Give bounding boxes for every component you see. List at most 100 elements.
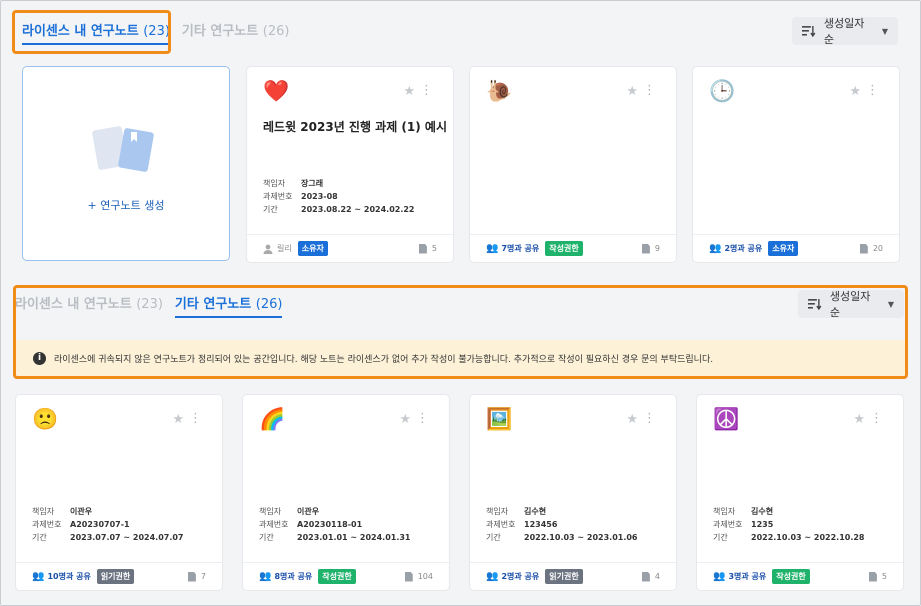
- note-meta: 책임자 이관우 과제번호 A20230118-01 기간 2023.01.01 ~ 2…: [259, 505, 411, 544]
- note-card[interactable]: ☮️ ★ ⋮ 책임자 김수현 과제번호 1235 기간 2022.10.03 ~ 20…: [696, 394, 904, 591]
- people-icon: 👥: [486, 243, 499, 254]
- doc-count: 7: [187, 571, 206, 582]
- star-icon[interactable]: ★: [172, 412, 184, 427]
- permission-badge: 작성권한: [772, 569, 810, 584]
- share-count: 2명과 공유: [501, 572, 540, 581]
- owner: 릴리: [263, 243, 292, 254]
- document-icon: [404, 571, 413, 582]
- more-menu-icon[interactable]: ⋮: [870, 411, 883, 426]
- share-info: 👥 8명과 공유: [259, 571, 312, 582]
- note-meta: 책임자 이관우 과제번호 A20230707-1 기간 2023.07.07 ~ 20…: [32, 505, 184, 544]
- create-note-card[interactable]: + 연구노트 생성: [22, 66, 230, 261]
- card-footer: 👥 10명과 공유 읽기권한 7: [16, 562, 222, 590]
- snail-icon: 🐌: [486, 79, 513, 103]
- meta-key: 기간: [713, 533, 728, 542]
- share-count: 10명과 공유: [47, 572, 91, 581]
- share-info: 👥 2명과 공유: [709, 243, 762, 254]
- more-menu-icon[interactable]: ⋮: [643, 411, 656, 426]
- meta-value: 이관우: [297, 507, 320, 516]
- card-footer: 👥 2명과 공유 읽기권한 4: [470, 562, 676, 590]
- document-icon: [187, 571, 196, 582]
- doc-count-value: 9: [654, 244, 660, 253]
- document-icon: [418, 243, 427, 254]
- permission-badge: 작성권한: [545, 241, 583, 256]
- more-menu-icon[interactable]: ⋮: [643, 83, 656, 98]
- meta-value: 김수현: [524, 507, 547, 516]
- document-icon: [859, 243, 868, 254]
- notes-illustration-icon: [92, 126, 154, 172]
- meta-key: 기간: [263, 205, 278, 214]
- clock-icon: 🕒: [709, 79, 736, 103]
- doc-count: 20: [859, 243, 883, 254]
- people-icon: 👥: [713, 571, 726, 582]
- note-card[interactable]: ❤️ ★ ⋮ 레드윗 2023년 진행 과제 (1) 예시 책임자 장그래 과제번…: [246, 66, 454, 263]
- permission-badge: 읽기권한: [545, 569, 583, 584]
- sort-label: 생성일자순: [823, 17, 865, 46]
- document-icon: [641, 571, 650, 582]
- doc-count-value: 7: [200, 572, 206, 581]
- tab-label: 기타 연구노트: [181, 24, 259, 39]
- card-footer: 👥 7명과 공유 작성권한 9: [470, 234, 676, 262]
- doc-count: 104: [404, 571, 433, 582]
- star-icon[interactable]: ★: [853, 412, 865, 427]
- share-count: 7명과 공유: [501, 244, 540, 253]
- star-icon[interactable]: ★: [399, 412, 411, 427]
- rainbow-icon: 🌈: [259, 407, 286, 431]
- doc-count-value: 104: [417, 572, 433, 581]
- meta-key: 과제번호: [713, 520, 743, 529]
- share-info: 👥 2명과 공유: [486, 571, 539, 582]
- meta-key: 과제번호: [32, 520, 62, 529]
- meta-value: 2023.07.07 ~ 2024.07.07: [70, 533, 184, 542]
- meta-value: 2023.08.22 ~ 2024.02.22: [301, 205, 415, 214]
- star-icon[interactable]: ★: [403, 84, 415, 99]
- heart-icon: ❤️: [263, 79, 290, 103]
- note-card[interactable]: 🙁 ★ ⋮ 책임자 이관우 과제번호 A20230707-1 기간 2023.07.0…: [15, 394, 223, 591]
- note-card[interactable]: 🖼️ ★ ⋮ 책임자 김수현 과제번호 123456 기간 2022.10.03 ~ …: [469, 394, 677, 591]
- card-footer: 👥 8명과 공유 작성권한 104: [243, 562, 449, 590]
- framed-picture-icon: 🖼️: [486, 407, 513, 431]
- star-icon[interactable]: ★: [849, 84, 861, 99]
- meta-value: 1235: [751, 520, 774, 529]
- meta-key: 책임자: [713, 507, 736, 516]
- tab-other-notes[interactable]: 기타 연구노트 (26): [182, 20, 290, 45]
- meta-value: 123456: [524, 520, 558, 529]
- more-menu-icon[interactable]: ⋮: [866, 83, 879, 98]
- chevron-down-icon: ▼: [881, 26, 888, 36]
- doc-count-value: 20: [872, 244, 883, 253]
- note-meta: 책임자 김수현 과제번호 1235 기간 2022.10.03 ~ 2022.10.2…: [713, 505, 865, 544]
- note-card[interactable]: 🌈 ★ ⋮ 책임자 이관우 과제번호 A20230118-01 기간 2023.01.…: [242, 394, 450, 591]
- meta-value: 2022.10.03 ~ 2022.10.28: [751, 533, 865, 542]
- meta-key: 과제번호: [486, 520, 516, 529]
- meta-key: 책임자: [259, 507, 282, 516]
- meta-key: 과제번호: [263, 192, 293, 201]
- meta-value: 2023-08: [301, 192, 338, 201]
- note-card[interactable]: 🐌 ★ ⋮ 👥 7명과 공유 작성권한 9: [469, 66, 677, 263]
- share-count: 2명과 공유: [724, 244, 763, 253]
- meta-key: 책임자: [263, 179, 286, 188]
- meta-value: 김수현: [751, 507, 774, 516]
- card-footer: 👥 2명과 공유 소유자 20: [693, 234, 899, 262]
- doc-count: 9: [641, 243, 660, 254]
- people-icon: 👥: [486, 571, 499, 582]
- highlight-box: [12, 10, 171, 54]
- permission-badge: 소유자: [297, 241, 328, 256]
- more-menu-icon[interactable]: ⋮: [416, 411, 429, 426]
- sort-dropdown[interactable]: 생성일자순 ▼: [792, 17, 898, 46]
- meta-key: 기간: [32, 533, 47, 542]
- peace-symbol-icon: ☮️: [713, 407, 740, 431]
- star-icon[interactable]: ★: [626, 412, 638, 427]
- create-note-label: + 연구노트 생성: [87, 199, 165, 212]
- more-menu-icon[interactable]: ⋮: [189, 411, 202, 426]
- note-card[interactable]: 🕒 ★ ⋮ 👥 2명과 공유 소유자 20: [692, 66, 900, 263]
- permission-badge: 작성권한: [318, 569, 356, 584]
- share-count: 8명과 공유: [274, 572, 313, 581]
- more-menu-icon[interactable]: ⋮: [420, 83, 433, 98]
- people-icon: 👥: [709, 243, 722, 254]
- doc-count: 4: [641, 571, 660, 582]
- card-footer: 👥 3명과 공유 작성권한 5: [697, 562, 903, 590]
- meta-key: 책임자: [486, 507, 509, 516]
- meta-value: 2023.01.01 ~ 2024.01.31: [297, 533, 411, 542]
- permission-badge: 소유자: [768, 241, 799, 256]
- people-icon: 👥: [32, 571, 45, 582]
- star-icon[interactable]: ★: [626, 84, 638, 99]
